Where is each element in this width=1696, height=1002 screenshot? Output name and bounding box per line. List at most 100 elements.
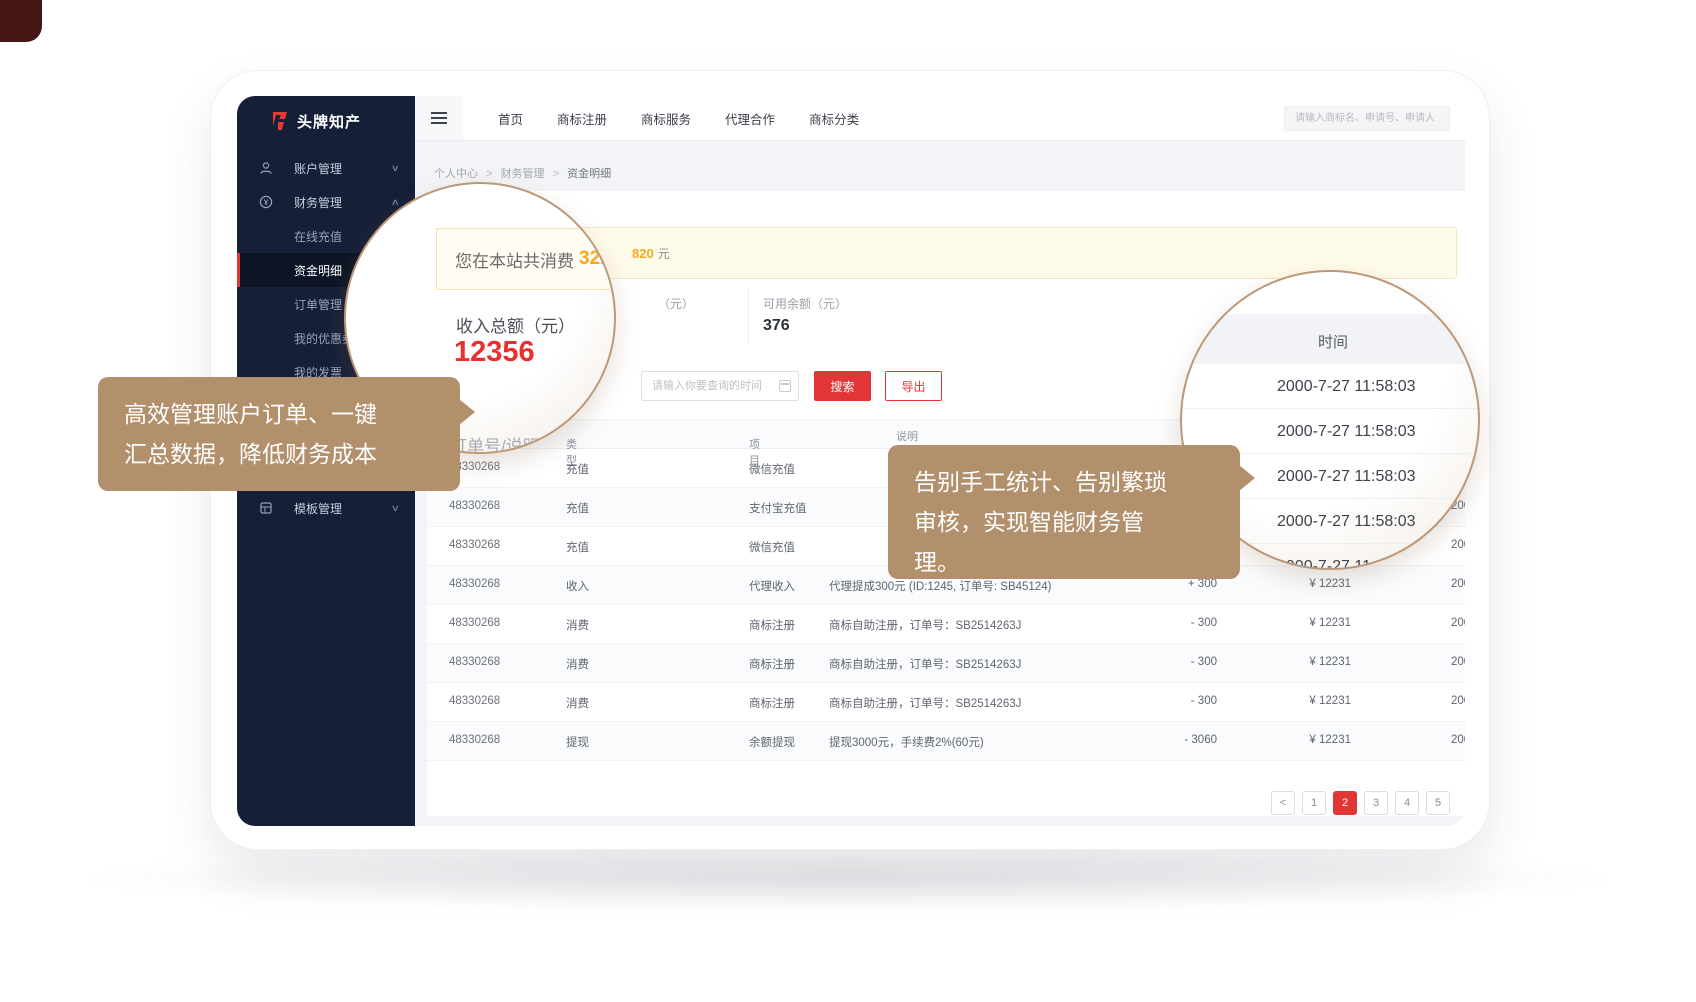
cell-time: 2000-7-27 11:58:03 <box>1451 617 1465 629</box>
cell-desc: 提现3000元，手续费2%(60元) <box>829 734 984 750</box>
laptop-shadow <box>88 846 1608 910</box>
cell-order: 48330268 <box>449 695 500 707</box>
user-icon <box>259 161 273 175</box>
tooltip-line: 高效管理账户订单、一键 <box>124 394 434 434</box>
brand-name: 头牌知产 <box>297 111 361 132</box>
page-button[interactable]: < <box>1271 791 1295 815</box>
tooltip-arrow <box>1239 465 1255 491</box>
tooltip-line: 审核，实现智能财务管 <box>914 502 1214 542</box>
calendar-icon[interactable] <box>779 380 791 392</box>
cell-balance: ¥ 12231 <box>1237 695 1351 707</box>
page-button[interactable]: 4 <box>1395 791 1419 815</box>
cell-type: 提现 <box>566 734 589 750</box>
lens-time-value: 2000-7-27 11:58:03 <box>1277 513 1415 531</box>
lens-banner: 您在本站共消费 32124 大 <box>436 228 616 290</box>
cell-time: 2000-7-27 11:58:03 <box>1451 734 1465 746</box>
sidebar-item-label: 财务管理 <box>294 194 342 211</box>
table-row: 48330268 消费 商标注册 商标自助注册，订单号：SB2514263J -… <box>427 644 1465 683</box>
export-button[interactable]: 导出 <box>885 371 942 401</box>
cell-project: 支付宝充值 <box>749 500 807 516</box>
breadcrumb-segment[interactable]: 个人中心 <box>434 168 478 180</box>
page-button[interactable]: 3 <box>1364 791 1388 815</box>
cell-project: 商标注册 <box>749 695 795 711</box>
chevron-down-icon: ∨ <box>391 503 400 514</box>
tooltip-right: 告别手工统计、告别繁琐审核，实现智能财务管理。 <box>888 445 1240 579</box>
corner-decoration <box>0 0 42 42</box>
page-button[interactable]: 1 <box>1302 791 1326 815</box>
breadcrumb: 个人中心 > 财务管理 > 资金明细 <box>434 165 611 181</box>
lens-income-label: 收入总额（元） <box>456 312 575 337</box>
nav-item[interactable]: 代理合作 <box>708 109 792 128</box>
nav-item[interactable]: 商标注册 <box>540 109 624 128</box>
lens-income-value: 12356 <box>454 336 535 369</box>
tooltip-line: 告别手工统计、告别繁琐 <box>914 462 1214 502</box>
finance-icon <box>259 195 273 209</box>
sidebar-item-label: 账户管理 <box>294 160 342 177</box>
lens-time-value: 2000-7-27 11:58:03 <box>1277 468 1415 486</box>
cell-project: 代理收入 <box>749 578 795 594</box>
cell-time: 2000-7-27 11:58:03 <box>1451 695 1465 707</box>
cell-project: 商标注册 <box>749 617 795 633</box>
stat-balance-value: 376 <box>763 317 790 335</box>
sidebar-item-label: 模板管理 <box>294 500 342 517</box>
lens-time-value: 2000-7-27 11:58:03 <box>1277 378 1415 396</box>
nav-item[interactable]: 首页 <box>481 109 540 128</box>
cell-type: 充值 <box>566 500 589 516</box>
breadcrumb-current: 资金明细 <box>567 168 611 180</box>
cell-order: 48330268 <box>449 617 500 629</box>
cell-desc: 商标自助注册，订单号：SB2514263J <box>829 695 1021 711</box>
nav-item[interactable]: 商标分类 <box>792 109 876 128</box>
cell-project: 微信充值 <box>749 539 795 555</box>
breadcrumb-segment[interactable]: 财务管理 <box>501 168 545 180</box>
time-query-input[interactable] <box>641 371 799 401</box>
lens-time-header-label: 时间 <box>1318 331 1348 352</box>
nav-item[interactable]: 商标服务 <box>624 109 708 128</box>
cell-type: 消费 <box>566 695 589 711</box>
cell-order: 48330268 <box>449 656 500 668</box>
sidebar-item-finance[interactable]: 财务管理 ∧ <box>237 185 415 219</box>
cell-type: 充值 <box>566 539 589 555</box>
chevron-up-icon: ∧ <box>391 197 400 208</box>
breadcrumb-separator: > <box>553 168 559 180</box>
cell-balance: ¥ 12231 <box>1237 617 1351 629</box>
cell-desc: 商标自助注册，订单号：SB2514263J <box>829 656 1021 672</box>
cell-time: 2000-7-27 11:58:03 <box>1451 578 1465 590</box>
search-input[interactable] <box>1284 106 1450 131</box>
menu-icon <box>431 112 447 124</box>
tooltip-left: 高效管理账户订单、一键汇总数据，降低财务成本 <box>98 377 460 491</box>
page-button[interactable]: 5 <box>1426 791 1450 815</box>
table-row: 48330268 消费 商标注册 商标自助注册，订单号：SB2514263J -… <box>427 605 1465 644</box>
cell-amount: - 300 <box>1127 656 1217 668</box>
stat-divider <box>748 289 749 343</box>
lens-time-row: 2000-7-27 11:58:03 <box>1182 364 1480 409</box>
menu-toggle[interactable] <box>415 96 463 140</box>
banner-unit: 元 <box>658 247 670 261</box>
cell-type: 消费 <box>566 617 589 633</box>
search-button[interactable]: 搜索 <box>814 371 871 401</box>
cell-type: 充值 <box>566 461 589 477</box>
cell-balance: ¥ 12231 <box>1237 734 1351 746</box>
tooltip-line: 汇总数据，降低财务成本 <box>124 434 434 474</box>
cell-order: 48330268 <box>449 500 500 512</box>
topbar: 首页 商标注册 商标服务 代理合作 商标分类 <box>415 96 1465 141</box>
main-nav: 首页 商标注册 商标服务 代理合作 商标分类 <box>463 96 876 140</box>
sidebar-item-template[interactable]: 模板管理 ∨ <box>237 491 415 525</box>
cell-type: 收入 <box>566 578 589 594</box>
banner-text: 820元 <box>632 245 670 262</box>
page-button[interactable]: 2 <box>1333 791 1357 815</box>
lens-time-header: 时间 <box>1182 314 1480 364</box>
cell-amount: - 300 <box>1127 617 1217 629</box>
sidebar-subitem-label: 订单管理 <box>294 296 342 313</box>
lens-time-value: 2000-7-27 11:58:03 <box>1277 423 1415 441</box>
table-row: 48330268 提现 余额提现 提现3000元，手续费2%(60元) - 30… <box>427 722 1465 761</box>
cell-order: 48330268 <box>449 539 500 551</box>
lens-banner-prefix: 您在本站共消费 <box>455 247 574 272</box>
sidebar-item-account[interactable]: 账户管理 ∨ <box>237 151 415 185</box>
brand-logo[interactable]: 头牌知产 <box>237 96 415 146</box>
brand-logo-icon <box>271 110 289 132</box>
template-icon <box>259 501 273 515</box>
cell-order: 48330268 <box>449 578 500 590</box>
cell-desc: 商标自助注册，订单号：SB2514263J <box>829 617 1021 633</box>
table-row: 48330268 消费 商标注册 商标自助注册，订单号：SB2514263J -… <box>427 683 1465 722</box>
cell-project: 商标注册 <box>749 656 795 672</box>
